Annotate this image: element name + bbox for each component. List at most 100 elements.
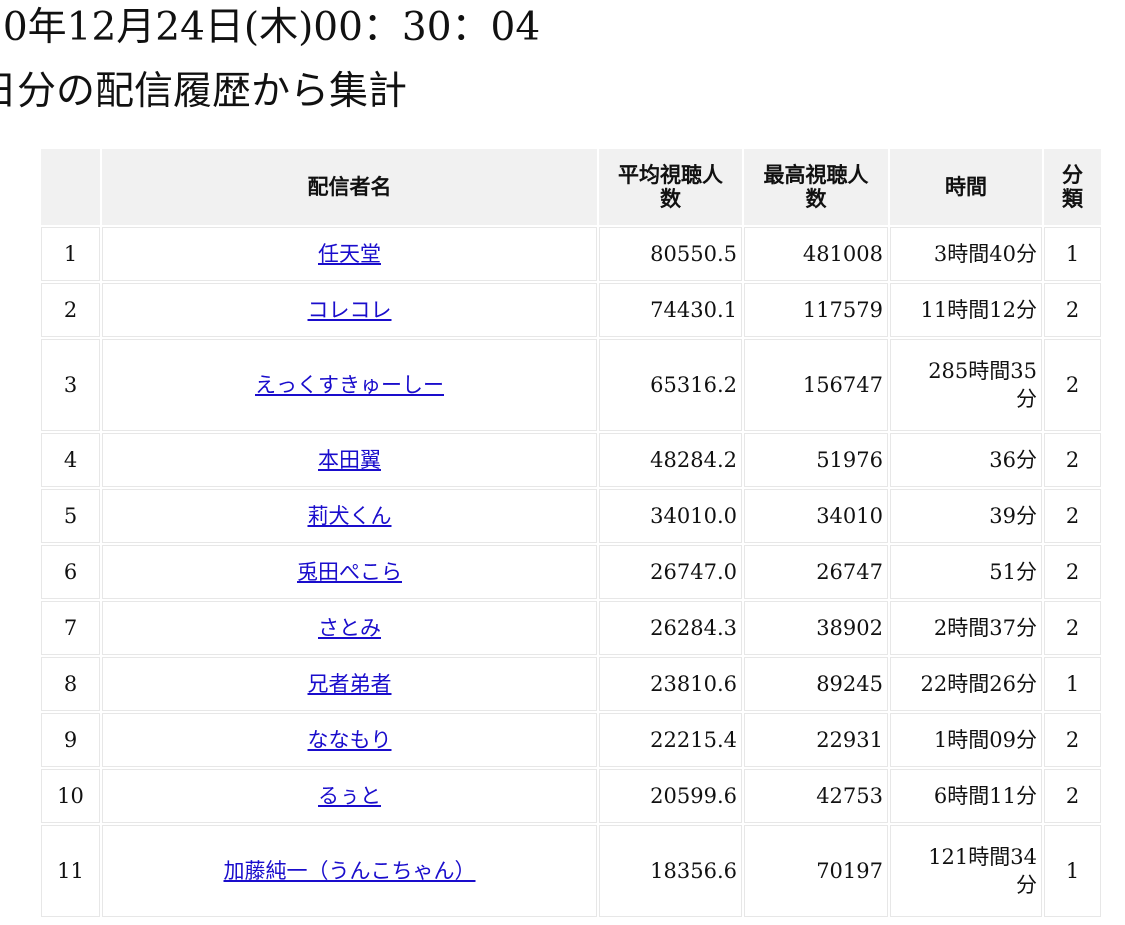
table-row: 2 コレコレ 74430.1 117579 11時間12分 2 [41, 283, 1101, 337]
duration-cell: 285時間35 分 [890, 339, 1042, 431]
duration-cell: 3時間40分 [890, 227, 1042, 281]
streamer-name-cell: 兎田ぺこら [102, 545, 597, 599]
streamer-name-cell: えっくすきゅーしー [102, 339, 597, 431]
category-cell: 1 [1044, 227, 1101, 281]
streamer-name-cell: ななもり [102, 713, 597, 767]
duration-cell: 36分 [890, 433, 1042, 487]
duration-cell: 121時間34 分 [890, 825, 1042, 917]
duration-cell: 22時間26分 [890, 657, 1042, 711]
table-row: 11 加藤純一（うんこちゃん） 18356.6 70197 121時間34 分 1 [41, 825, 1101, 917]
average-viewers-cell: 23810.6 [599, 657, 742, 711]
duration-text: 11時間12分 [920, 298, 1037, 322]
category-cell: 2 [1044, 339, 1101, 431]
streamer-link[interactable]: 本田翼 [318, 448, 381, 472]
streamer-link[interactable]: 兄者弟者 [308, 672, 392, 696]
header-category: 分 類 [1044, 149, 1101, 225]
streamer-name-cell: 兄者弟者 [102, 657, 597, 711]
table-row: 10 るぅと 20599.6 42753 6時間11分 2 [41, 769, 1101, 823]
header-streamer-name: 配信者名 [102, 149, 597, 225]
average-viewers-cell: 34010.0 [599, 489, 742, 543]
table-row: 6 兎田ぺこら 26747.0 26747 51分 2 [41, 545, 1101, 599]
duration-text: 51分 [989, 560, 1037, 584]
table-row: 4 本田翼 48284.2 51976 36分 2 [41, 433, 1101, 487]
average-viewers-cell: 26747.0 [599, 545, 742, 599]
average-viewers-cell: 22215.4 [599, 713, 742, 767]
rank-cell: 5 [41, 489, 100, 543]
table-header-row: 配信者名 平均視聴人 数 最高視聴人 数 時間 分 類 [41, 149, 1101, 225]
streamer-link[interactable]: 兎田ぺこら [297, 560, 402, 584]
streamer-ranking-table: 配信者名 平均視聴人 数 最高視聴人 数 時間 分 類 1 任天堂 80550.5 4… [39, 147, 1103, 919]
duration-cell: 39分 [890, 489, 1042, 543]
streamer-link[interactable]: 莉犬くん [308, 504, 392, 528]
duration-cell: 11時間12分 [890, 283, 1042, 337]
category-cell: 1 [1044, 657, 1101, 711]
duration-text: 36分 [989, 448, 1037, 472]
streamer-name-cell: 任天堂 [102, 227, 597, 281]
rank-cell: 2 [41, 283, 100, 337]
category-cell: 2 [1044, 601, 1101, 655]
streamer-link[interactable]: るぅと [318, 784, 381, 808]
duration-text: 3時間40分 [933, 242, 1037, 266]
table-row: 7 さとみ 26284.3 38902 2時間37分 2 [41, 601, 1101, 655]
header-rank [41, 149, 100, 225]
max-viewers-cell: 38902 [744, 601, 888, 655]
max-viewers-cell: 117579 [744, 283, 888, 337]
duration-cell: 1時間09分 [890, 713, 1042, 767]
rank-cell: 8 [41, 657, 100, 711]
category-cell: 2 [1044, 489, 1101, 543]
rank-cell: 1 [41, 227, 100, 281]
category-cell: 2 [1044, 713, 1101, 767]
max-viewers-cell: 89245 [744, 657, 888, 711]
table-row: 3 えっくすきゅーしー 65316.2 156747 285時間35 分 2 [41, 339, 1101, 431]
duration-cell: 2時間37分 [890, 601, 1042, 655]
rank-cell: 10 [41, 769, 100, 823]
average-viewers-cell: 26284.3 [599, 601, 742, 655]
table-row: 9 ななもり 22215.4 22931 1時間09分 2 [41, 713, 1101, 767]
duration-text: 2時間37分 [933, 616, 1037, 640]
duration-text-wrap: 分 [1016, 387, 1037, 411]
table-body: 1 任天堂 80550.5 481008 3時間40分 1 2 コレコレ 74430.1 1175… [41, 227, 1101, 917]
category-cell: 2 [1044, 769, 1101, 823]
max-viewers-cell: 51976 [744, 433, 888, 487]
duration-text: 1時間09分 [933, 728, 1037, 752]
max-viewers-cell: 156747 [744, 339, 888, 431]
average-viewers-cell: 48284.2 [599, 433, 742, 487]
rank-cell: 3 [41, 339, 100, 431]
streamer-link[interactable]: ななもり [308, 728, 392, 752]
rank-cell: 6 [41, 545, 100, 599]
aggregation-subtitle: 日分の配信履歴から集計 [0, 69, 408, 114]
average-viewers-cell: 65316.2 [599, 339, 742, 431]
max-viewers-cell: 481008 [744, 227, 888, 281]
rank-cell: 7 [41, 601, 100, 655]
streamer-name-cell: 莉犬くん [102, 489, 597, 543]
duration-cell: 6時間11分 [890, 769, 1042, 823]
rank-cell: 4 [41, 433, 100, 487]
duration-text: 22時間26分 [920, 672, 1037, 696]
duration-text-wrap: 分 [1016, 873, 1037, 897]
duration-text: 39分 [989, 504, 1037, 528]
table-row: 5 莉犬くん 34010.0 34010 39分 2 [41, 489, 1101, 543]
category-cell: 2 [1044, 433, 1101, 487]
streamer-link[interactable]: さとみ [318, 616, 381, 640]
category-cell: 2 [1044, 283, 1101, 337]
average-viewers-cell: 18356.6 [599, 825, 742, 917]
streamer-name-cell: 加藤純一（うんこちゃん） [102, 825, 597, 917]
streamer-name-cell: コレコレ [102, 283, 597, 337]
streamer-link[interactable]: コレコレ [308, 298, 392, 322]
duration-cell: 51分 [890, 545, 1042, 599]
datetime-heading: 20年12月24日(木)00：30：04 [0, 5, 541, 50]
streamer-link[interactable]: えっくすきゅーしー [255, 373, 444, 397]
max-viewers-cell: 26747 [744, 545, 888, 599]
category-cell: 1 [1044, 825, 1101, 917]
streamer-name-cell: さとみ [102, 601, 597, 655]
max-viewers-cell: 34010 [744, 489, 888, 543]
streamer-link[interactable]: 任天堂 [318, 242, 381, 266]
header-duration: 時間 [890, 149, 1042, 225]
streamer-link[interactable]: 加藤純一（うんこちゃん） [224, 859, 476, 883]
category-cell: 2 [1044, 545, 1101, 599]
average-viewers-cell: 74430.1 [599, 283, 742, 337]
table-row: 1 任天堂 80550.5 481008 3時間40分 1 [41, 227, 1101, 281]
streamer-name-cell: るぅと [102, 769, 597, 823]
rank-cell: 11 [41, 825, 100, 917]
header-average-viewers: 平均視聴人 数 [599, 149, 742, 225]
